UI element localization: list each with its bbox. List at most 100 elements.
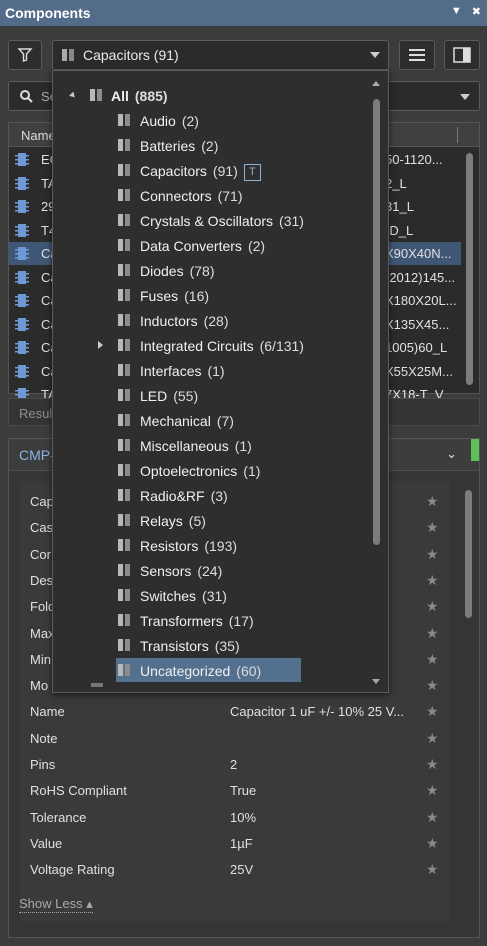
filter-icon[interactable]: T (243, 163, 261, 181)
property-row[interactable]: Value 1µF ★ (20, 831, 450, 857)
column-header-name[interactable]: Name (21, 128, 56, 143)
capacitor-icon (118, 414, 130, 426)
dropdown-item[interactable]: Capacitors (91) T (53, 158, 373, 183)
item-label: Integrated Circuits (140, 338, 254, 354)
item-label: Radio&RF (140, 488, 205, 504)
item-label: Optoelectronics (140, 463, 238, 479)
scroll-up-icon[interactable] (372, 81, 380, 86)
star-icon[interactable]: ★ (426, 782, 439, 799)
property-key: Note (30, 730, 58, 746)
dropdown-item[interactable]: Inductors (28) (53, 308, 373, 333)
property-row[interactable]: Name Capacitor 1 uF +/- 10% 25 V... ★ (20, 699, 450, 725)
star-icon[interactable]: ★ (426, 730, 439, 747)
dropdown-scrollbar[interactable] (373, 99, 380, 545)
panel-layout-button[interactable] (444, 40, 480, 70)
item-label: Fuses (140, 288, 179, 304)
dropdown-item[interactable]: Transistors (35) (53, 633, 373, 658)
star-icon[interactable]: ★ (426, 703, 439, 720)
property-row[interactable]: Voltage Rating 25V ★ (20, 857, 450, 883)
dropdown-item[interactable]: Optoelectronics (1) (53, 458, 373, 483)
dropdown-item[interactable]: Resistors (193) (53, 533, 373, 558)
cell-value: X55X25M... (385, 363, 453, 379)
item-label: Data Converters (140, 238, 242, 254)
hamburger-icon (409, 49, 425, 61)
chevron-down-icon[interactable] (460, 94, 470, 100)
category-combo[interactable]: Capacitors (91) (52, 40, 389, 70)
star-icon[interactable]: ★ (426, 861, 439, 878)
star-icon[interactable]: ★ (426, 625, 439, 642)
dropdown-item[interactable]: Switches (31) (53, 583, 373, 608)
item-count: (16) (184, 288, 210, 304)
property-row[interactable]: RoHS Compliant True ★ (20, 778, 450, 804)
property-key: Pins (30, 757, 56, 772)
dropdown-item[interactable]: Batteries (2) (53, 133, 373, 158)
property-row[interactable]: Note ★ (20, 726, 450, 752)
cell-value: X90X40N... (385, 246, 452, 261)
combo-label: Capacitors (91) (83, 47, 179, 63)
star-icon[interactable]: ★ (426, 651, 439, 668)
star-icon[interactable]: ★ (426, 756, 439, 773)
dropdown-item[interactable]: Interfaces (1) (53, 358, 373, 383)
filter-button[interactable] (8, 40, 42, 70)
item-count: (17) (228, 613, 254, 629)
cell-value: (2012)145... (385, 269, 456, 285)
chip-icon (15, 317, 29, 331)
expand-arrow-icon[interactable] (69, 91, 77, 100)
dropdown-item[interactable]: Diodes (78) (53, 258, 373, 283)
item-count: (91) (212, 163, 238, 179)
item-label: Mechanical (140, 413, 211, 429)
star-icon[interactable]: ★ (426, 677, 439, 694)
capacitor-icon (118, 139, 130, 151)
dropdown-item[interactable]: Connectors (71) (53, 183, 373, 208)
details-scrollbar[interactable] (465, 490, 472, 618)
dropdown-item[interactable]: LED (55) (53, 383, 373, 408)
star-icon[interactable]: ★ (426, 809, 439, 826)
star-icon[interactable]: ★ (426, 546, 439, 563)
dropdown-item[interactable]: Fuses (16) (53, 283, 373, 308)
double-chevron-down-icon[interactable]: ⌄ (446, 446, 457, 462)
dropdown-item[interactable]: All (885) (53, 83, 373, 108)
show-less-link[interactable]: Show Less ▴ (19, 896, 93, 913)
dropdown-item[interactable]: Sensors (24) (53, 558, 373, 583)
dropdown-item[interactable]: Relays (5) (53, 508, 373, 533)
collapsed-arrow-icon[interactable] (98, 341, 103, 349)
table-scrollbar[interactable] (466, 153, 473, 385)
dropdown-item[interactable]: Uncategorized (60) (53, 658, 373, 683)
star-icon[interactable]: ★ (426, 598, 439, 615)
chip-icon (15, 294, 29, 307)
item-label: Capacitors (140, 163, 207, 179)
dropdown-item[interactable]: Integrated Circuits (6/131) (53, 333, 373, 358)
dropdown-item[interactable]: Audio (2) (53, 108, 373, 133)
dropdown-item[interactable]: Transformers (17) (53, 608, 373, 633)
dropdown-item[interactable]: Mechanical (7) (53, 408, 373, 433)
item-label: Transformers (140, 613, 223, 629)
star-icon[interactable]: ★ (426, 493, 439, 510)
property-key: Mo (30, 678, 49, 694)
item-count: (71) (217, 188, 243, 204)
property-row[interactable]: Pins 2 ★ (20, 752, 450, 778)
capacitor-icon (118, 639, 130, 651)
item-count: (31) (202, 588, 227, 604)
chip-icon (15, 223, 29, 237)
capacitor-icon (118, 439, 130, 451)
item-count: (2) (247, 238, 266, 254)
scroll-down-icon[interactable] (372, 679, 380, 684)
dropdown-item[interactable]: Miscellaneous (1) (53, 433, 373, 458)
close-icon[interactable]: ✖ (472, 5, 481, 18)
chevron-down-icon (370, 52, 380, 58)
dropdown-item[interactable]: Radio&RF (3) (53, 483, 373, 508)
pin-icon[interactable]: ▼ (451, 5, 462, 18)
dropdown-item[interactable]: Crystals & Oscillators (31) (53, 208, 373, 233)
property-value: Capacitor 1 uF +/- 10% 25 V... (230, 704, 405, 720)
star-icon[interactable]: ★ (426, 835, 439, 852)
dropdown-item[interactable]: Data Converters (2) (53, 233, 373, 258)
star-icon[interactable]: ★ (426, 572, 439, 589)
item-label: Batteries (140, 138, 196, 154)
menu-button[interactable] (399, 40, 435, 70)
property-row[interactable]: Tolerance 10% ★ (20, 805, 450, 831)
star-icon[interactable]: ★ (426, 519, 439, 536)
column-divider[interactable] (457, 127, 458, 143)
property-key: Cor (30, 546, 51, 562)
property-key: Min (30, 651, 51, 667)
property-value: 10% (230, 809, 257, 825)
